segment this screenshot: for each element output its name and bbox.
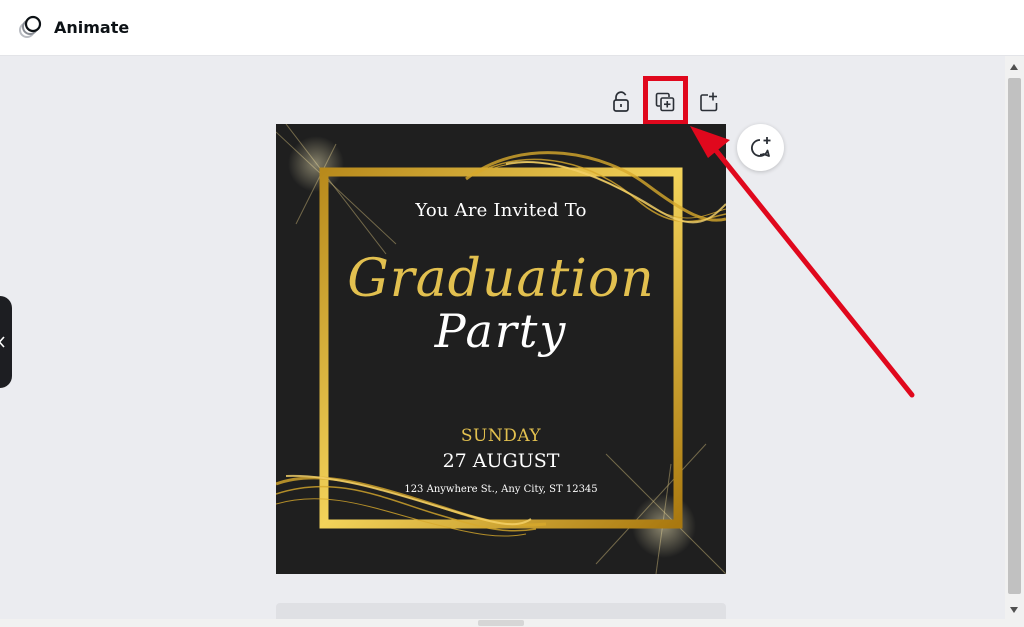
- scroll-up-arrow-icon[interactable]: [1010, 64, 1018, 70]
- scroll-thumb[interactable]: [1008, 78, 1021, 594]
- annotation-highlight-box: [643, 76, 688, 125]
- add-page-button[interactable]: [696, 89, 722, 115]
- animate-label: Animate: [54, 17, 130, 37]
- unlock-icon: [613, 91, 629, 112]
- horizontal-scrollbar[interactable]: [0, 619, 1005, 627]
- event-day: SUNDAY: [460, 426, 542, 446]
- add-page-icon: [700, 92, 718, 112]
- side-panel-toggle[interactable]: [0, 296, 12, 388]
- party-script-title: Party: [434, 304, 568, 358]
- lock-button[interactable]: [608, 89, 634, 115]
- graduation-script-title: Graduation: [347, 249, 655, 309]
- add-comment-button[interactable]: [737, 124, 784, 171]
- invite-heading: You Are Invited To: [415, 200, 587, 221]
- horizontal-scroll-thumb[interactable]: [478, 620, 524, 626]
- animate-icon: [19, 15, 42, 38]
- vertical-scrollbar[interactable]: [1005, 56, 1024, 627]
- top-bar: Animate: [0, 0, 1024, 56]
- animate-button[interactable]: Animate: [12, 10, 135, 44]
- design-page[interactable]: You Are Invited To Graduation Party SUND…: [276, 124, 726, 574]
- scroll-down-arrow-icon[interactable]: [1010, 607, 1018, 613]
- add-comment-icon: [750, 136, 770, 157]
- chevron-left-icon: [0, 336, 5, 348]
- event-address: 123 Anywhere St., Any City, ST 12345: [404, 484, 598, 495]
- event-date: 27 AUGUST: [442, 450, 560, 472]
